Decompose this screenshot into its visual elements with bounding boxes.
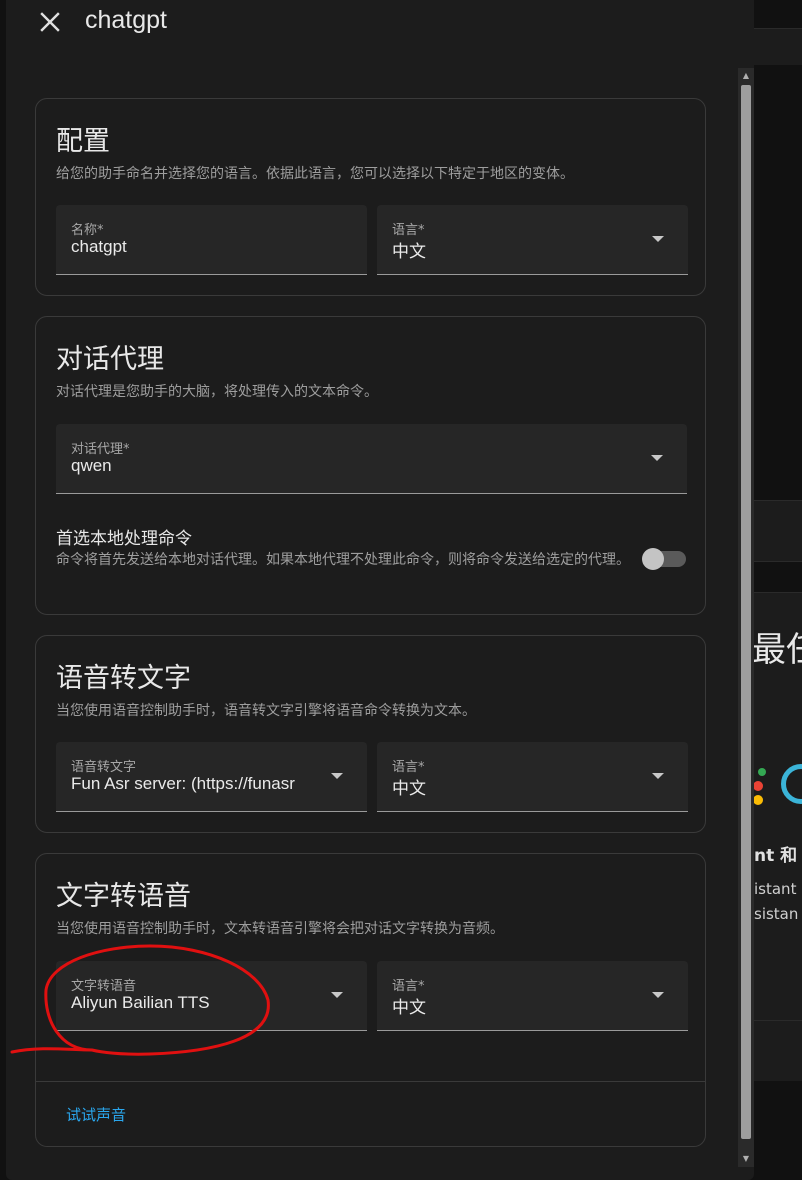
dropdown-arrow-icon	[331, 773, 343, 779]
dropdown-arrow-icon	[652, 236, 664, 242]
stt-language-value: 中文	[392, 779, 426, 799]
config-description: 给您的助手命名并选择您的语言。依据此语言，您可以选择以下特定于地区的变体。	[56, 166, 574, 182]
background-card	[754, 1020, 802, 1081]
stt-engine-select[interactable]: 语音转文字 Fun Asr server: (https://funasr	[56, 742, 367, 812]
stt-engine-value: Fun Asr server: (https://funasr	[71, 774, 295, 793]
card-divider	[36, 1081, 705, 1082]
prefer-local-title: 首选本地处理命令	[56, 529, 192, 549]
text-to-speech-card: 文字转语音 当您使用语音控制助手时，文本转语音引擎将会把对话文字转换为音频。 文…	[35, 853, 706, 1147]
conversation-agent-value: qwen	[71, 456, 112, 475]
background-text: nt 和	[754, 846, 798, 866]
close-icon	[40, 12, 60, 32]
dropdown-arrow-icon	[331, 992, 343, 998]
tts-description: 当您使用语音控制助手时，文本转语音引擎将会把对话文字转换为音频。	[56, 921, 504, 937]
stt-language-label: 语言*	[392, 760, 425, 775]
dropdown-arrow-icon	[652, 773, 664, 779]
stt-description: 当您使用语音控制助手时，语音转文字引擎将语音命令转换为文本。	[56, 703, 476, 719]
background-heading: 最任	[752, 630, 802, 670]
tts-engine-label: 文字转语音	[71, 979, 137, 994]
scroll-down-arrow-icon[interactable]: ▼	[738, 1151, 754, 1167]
tts-engine-select[interactable]: 文字转语音 Aliyun Bailian TTS	[56, 961, 367, 1031]
conversation-agent-card: 对话代理 对话代理是您助手的大脑，将处理传入的文本命令。 对话代理* qwen …	[35, 316, 706, 615]
name-field-value: chatgpt	[71, 237, 127, 256]
language-select[interactable]: 语言* 中文	[377, 205, 688, 275]
toggle-knob	[642, 548, 664, 570]
config-title: 配置	[56, 126, 110, 157]
scrollbar-thumb[interactable]	[741, 85, 751, 1139]
tts-engine-value: Aliyun Bailian TTS	[71, 993, 210, 1012]
try-voice-link[interactable]: 试试声音	[66, 1104, 126, 1125]
assistant-dialog: chatgpt ▲ ▼ 配置 给您的助手命名并选择您的语言。依据此语言，您可以选…	[6, 0, 754, 1180]
prefer-local-toggle[interactable]	[642, 548, 688, 570]
name-field[interactable]: 名称* chatgpt	[56, 205, 367, 275]
tts-language-value: 中文	[392, 998, 426, 1018]
config-card: 配置 给您的助手命名并选择您的语言。依据此语言，您可以选择以下特定于地区的变体。…	[35, 98, 706, 296]
background-text: istant	[754, 880, 797, 898]
language-select-value: 中文	[392, 242, 426, 262]
language-select-label: 语言*	[392, 223, 425, 238]
stt-engine-label: 语音转文字	[71, 760, 137, 775]
stt-language-select[interactable]: 语言* 中文	[377, 742, 688, 812]
speech-to-text-card: 语音转文字 当您使用语音控制助手时，语音转文字引擎将语音命令转换为文本。 语音转…	[35, 635, 706, 833]
background-toolbar	[754, 28, 802, 65]
name-field-label: 名称*	[71, 223, 104, 238]
background-text: sistan	[754, 905, 799, 923]
tts-title: 文字转语音	[56, 881, 191, 912]
conversation-title: 对话代理	[56, 344, 164, 375]
stt-title: 语音转文字	[56, 663, 191, 694]
scrollbar[interactable]: ▲ ▼	[738, 68, 754, 1167]
dropdown-arrow-icon	[652, 992, 664, 998]
prefer-local-description: 命令将首先发送给本地对话代理。如果本地代理不处理此命令，则将命令发送给选定的代理…	[56, 552, 630, 568]
conversation-agent-select[interactable]: 对话代理* qwen	[56, 424, 687, 494]
conversation-description: 对话代理是您助手的大脑，将处理传入的文本命令。	[56, 384, 378, 400]
scroll-up-arrow-icon[interactable]: ▲	[738, 68, 754, 84]
dropdown-arrow-icon	[651, 455, 663, 461]
tts-language-label: 语言*	[392, 979, 425, 994]
dialog-title: chatgpt	[85, 6, 168, 34]
conversation-agent-label: 对话代理*	[71, 442, 130, 457]
tts-language-select[interactable]: 语言* 中文	[377, 961, 688, 1031]
background-card	[754, 500, 802, 562]
close-button[interactable]	[36, 8, 66, 38]
